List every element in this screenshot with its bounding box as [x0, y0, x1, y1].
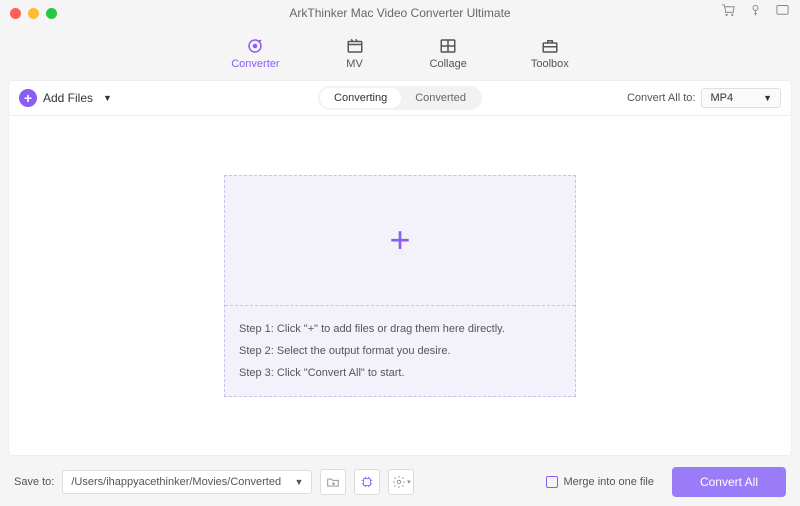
add-files-button[interactable]: + Add Files ▼ — [19, 89, 112, 107]
close-window-button[interactable] — [10, 8, 21, 19]
add-files-label: Add Files — [43, 91, 93, 105]
collage-icon — [437, 37, 459, 55]
checkbox-icon — [546, 476, 558, 488]
step-3-text: Step 3: Click "Convert All" to start. — [239, 362, 561, 384]
titlebar: ArkThinker Mac Video Converter Ultimate — [0, 0, 800, 26]
format-select[interactable]: MP4 ▼ — [701, 88, 781, 108]
chevron-down-icon[interactable]: ▼ — [103, 93, 112, 103]
feedback-icon[interactable] — [775, 3, 790, 23]
save-path-field[interactable]: /Users/ihappyacethinker/Movies/Converted… — [62, 470, 312, 494]
toolbar: + Add Files ▼ Converting Converted Conve… — [8, 80, 792, 116]
nav-converter-label: Converter — [231, 58, 279, 70]
toolbox-icon — [539, 37, 561, 55]
tab-converted[interactable]: Converted — [401, 88, 480, 108]
nav-mv-label: MV — [346, 58, 363, 70]
chevron-down-icon: ▼ — [294, 477, 303, 487]
nav-collage[interactable]: Collage — [430, 37, 467, 70]
settings-button[interactable]: ▾ — [388, 469, 414, 495]
open-folder-button[interactable] — [320, 469, 346, 495]
plus-icon: + — [19, 89, 37, 107]
mv-icon — [344, 37, 366, 55]
format-selected-value: MP4 — [710, 92, 733, 104]
convert-all-to-label: Convert All to: — [627, 92, 695, 104]
minimize-window-button[interactable] — [28, 8, 39, 19]
step-2-text: Step 2: Select the output format you des… — [239, 340, 561, 362]
convert-all-button[interactable]: Convert All — [672, 467, 786, 497]
dropzone-instructions: Step 1: Click "+" to add files or drag t… — [225, 306, 575, 396]
step-1-text: Step 1: Click "+" to add files or drag t… — [239, 318, 561, 340]
save-path-value: /Users/ihappyacethinker/Movies/Converted — [71, 476, 281, 488]
main-area: + Step 1: Click "+" to add files or drag… — [8, 116, 792, 456]
footer: Save to: /Users/ihappyacethinker/Movies/… — [0, 458, 800, 506]
save-to-label: Save to: — [14, 476, 54, 488]
merge-label: Merge into one file — [563, 476, 654, 488]
key-icon[interactable] — [748, 3, 763, 23]
maximize-window-button[interactable] — [46, 8, 57, 19]
tab-converting[interactable]: Converting — [320, 88, 401, 108]
dropzone-add-area[interactable]: + — [225, 176, 575, 306]
converter-icon — [244, 37, 266, 55]
chevron-down-icon: ▼ — [763, 93, 772, 103]
gpu-accel-button[interactable] — [354, 469, 380, 495]
nav-mv[interactable]: MV — [344, 37, 366, 70]
dropzone: + Step 1: Click "+" to add files or drag… — [224, 175, 576, 397]
nav-toolbox-label: Toolbox — [531, 58, 569, 70]
nav-converter[interactable]: Converter — [231, 37, 279, 70]
nav-toolbox[interactable]: Toolbox — [531, 37, 569, 70]
nav-bar: Converter MV Collage Toolbox — [0, 26, 800, 80]
traffic-lights — [10, 8, 57, 19]
dropzone-plus-icon: + — [389, 219, 410, 261]
nav-collage-label: Collage — [430, 58, 467, 70]
cart-icon[interactable] — [721, 3, 736, 23]
merge-checkbox[interactable]: Merge into one file — [546, 476, 654, 488]
window-title: ArkThinker Mac Video Converter Ultimate — [289, 6, 510, 20]
status-toggle: Converting Converted — [318, 86, 482, 110]
